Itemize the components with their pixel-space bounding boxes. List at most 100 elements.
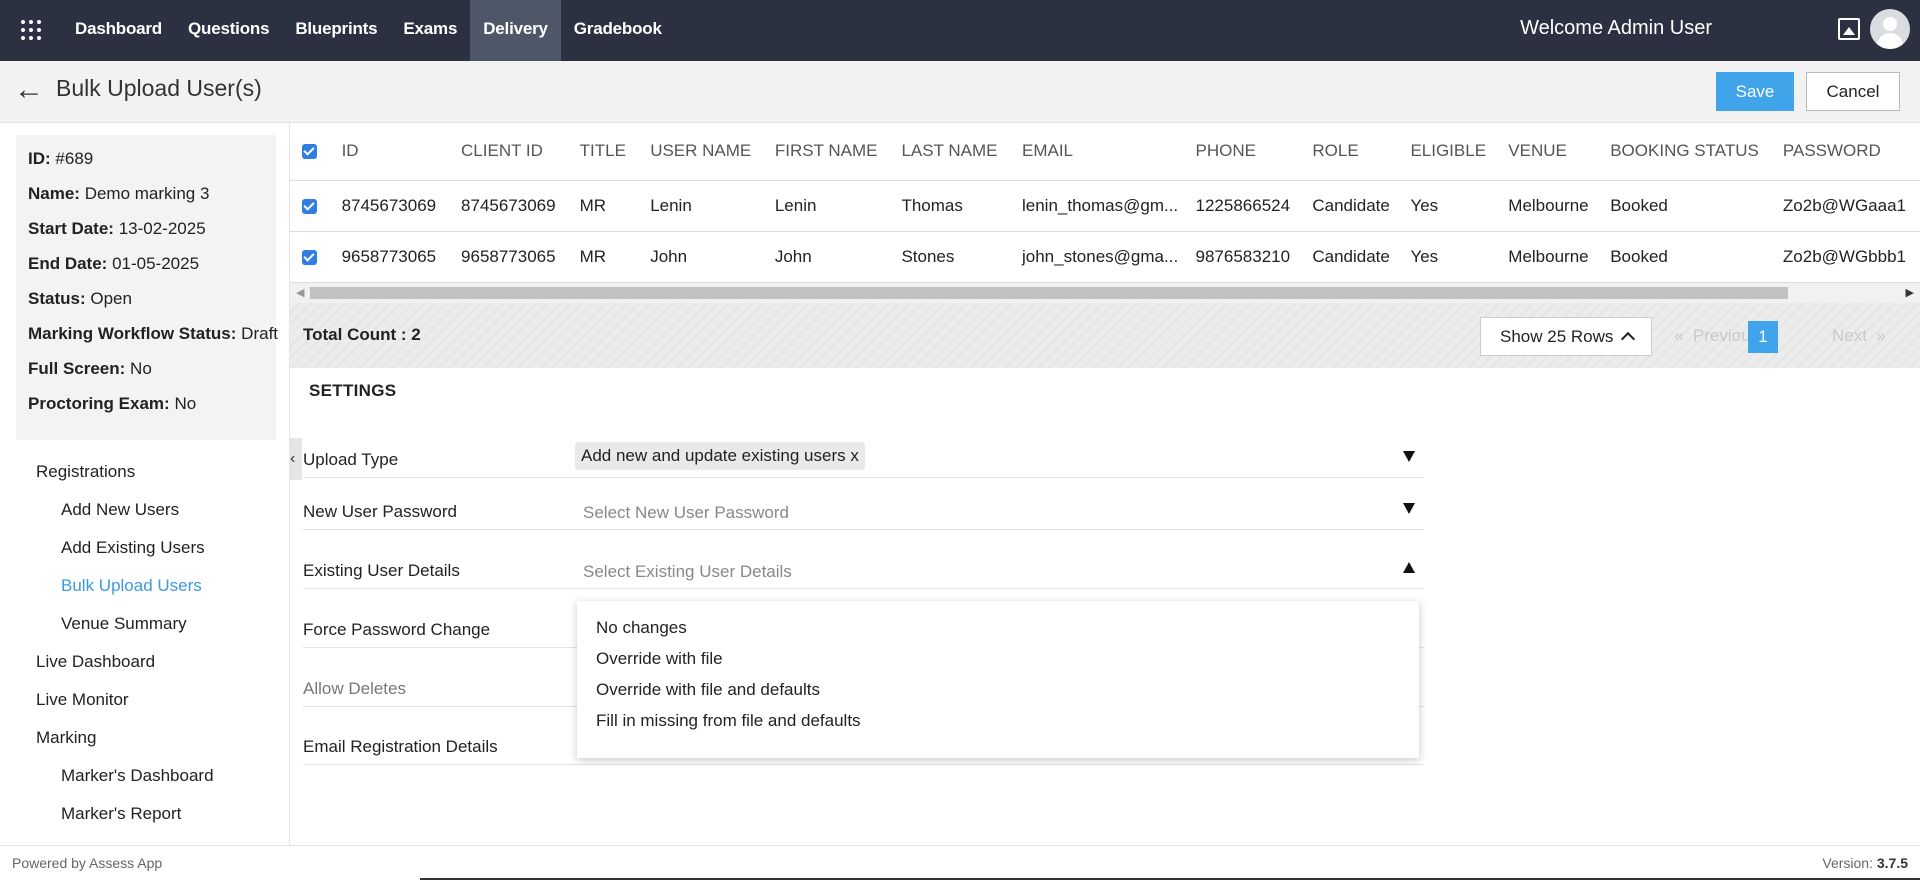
- upload-type-chip[interactable]: Add new and update existing users x: [575, 442, 865, 470]
- nav-delivery[interactable]: Delivery: [470, 0, 561, 61]
- info-proctoring: Proctoring Exam: No: [28, 394, 197, 413]
- top-nav-bar: Dashboard Questions Blueprints Exams Del…: [0, 0, 1920, 61]
- column-header[interactable]: PASSWORD: [1782, 123, 1920, 181]
- menu-live-dashboard[interactable]: Live Dashboard: [0, 643, 289, 681]
- existing-user-details-select[interactable]: Select Existing User Details: [575, 553, 1415, 583]
- table-cell: MR: [579, 180, 651, 232]
- page-header: ← Bulk Upload User(s) Save Cancel: [0, 61, 1920, 123]
- menu-registrations[interactable]: Registrations: [0, 453, 289, 491]
- upload-type-label: Upload Type: [303, 450, 399, 469]
- left-panel: ID: #689 Name: Demo marking 3 Start Date…: [0, 123, 290, 845]
- column-header[interactable]: ELIGIBLE: [1410, 123, 1509, 181]
- table-cell: 9658773065: [341, 231, 462, 283]
- info-end-date: End Date: 01-05-2025: [28, 254, 200, 273]
- new-user-password-placeholder: Select New User Password: [583, 503, 789, 522]
- table-footer-bar: Total Count : 2 Show 25 Rows « Previous …: [290, 303, 1920, 368]
- table-cell: Yes: [1410, 180, 1509, 232]
- column-header[interactable]: USER NAME: [650, 123, 775, 181]
- table-cell: 9876583210: [1195, 231, 1313, 283]
- upload-type-select[interactable]: Add new and update existing users x: [575, 442, 1415, 472]
- nav-exams[interactable]: Exams: [390, 0, 470, 61]
- nav-blueprints[interactable]: Blueprints: [282, 0, 390, 61]
- menu-live-monitor[interactable]: Live Monitor: [0, 681, 289, 719]
- allow-deletes-label: Allow Deletes: [303, 679, 406, 698]
- cancel-button[interactable]: Cancel: [1806, 72, 1900, 111]
- row-checkbox-cell[interactable]: [290, 180, 342, 232]
- page-number-button[interactable]: 1: [1748, 321, 1778, 353]
- column-header[interactable]: FIRST NAME: [774, 123, 902, 181]
- menu-venue-summary[interactable]: Venue Summary: [0, 605, 289, 643]
- caret-up-icon[interactable]: [1403, 562, 1415, 573]
- table-header-row: ID CLIENT ID TITLE USER NAME FIRST NAME …: [290, 123, 1920, 181]
- row-checkbox[interactable]: [302, 198, 317, 214]
- save-button[interactable]: Save: [1716, 72, 1794, 111]
- menu-marking[interactable]: Marking: [0, 719, 289, 757]
- powered-by-text: Powered by Assess App: [12, 855, 163, 871]
- table-cell: Zo2b@WGbbb1: [1782, 231, 1920, 283]
- footer-bar: Powered by Assess App Version: 3.7.5: [0, 845, 1920, 880]
- table-cell: Booked: [1610, 180, 1783, 232]
- apps-grid-icon[interactable]: [18, 17, 44, 43]
- column-header[interactable]: PHONE: [1195, 123, 1313, 181]
- caret-down-icon[interactable]: [1403, 451, 1415, 462]
- row-checkbox[interactable]: [302, 249, 317, 265]
- side-menu: Registrations Add New Users Add Existing…: [0, 453, 289, 845]
- column-header[interactable]: BOOKING STATUS: [1610, 123, 1783, 181]
- nav-questions[interactable]: Questions: [175, 0, 282, 61]
- caret-down-icon[interactable]: [1403, 503, 1415, 514]
- horizontal-scrollbar[interactable]: ◀ ▶: [290, 283, 1920, 303]
- dropdown-option[interactable]: Override with file and defaults: [577, 674, 1419, 705]
- column-header[interactable]: TITLE: [579, 123, 651, 181]
- previous-page-button[interactable]: « Previous: [1674, 326, 1759, 346]
- menu-add-new-users[interactable]: Add New Users: [0, 491, 289, 529]
- column-header[interactable]: EMAIL: [1021, 123, 1196, 181]
- user-avatar[interactable]: [1870, 9, 1910, 49]
- dropdown-option[interactable]: No changes: [577, 612, 1419, 643]
- row-checkbox-cell[interactable]: [290, 231, 342, 283]
- info-workflow-status: Marking Workflow Status: Draft: [28, 324, 279, 343]
- table-cell: Zo2b@WGaaa1: [1782, 180, 1920, 232]
- scroll-left-icon[interactable]: ◀: [296, 286, 304, 299]
- scroll-right-icon[interactable]: ▶: [1906, 286, 1914, 299]
- dropdown-option[interactable]: Override with file: [577, 643, 1419, 674]
- column-header[interactable]: ID: [341, 123, 462, 181]
- settings-heading: SETTINGS: [309, 381, 397, 400]
- table-cell: 1225866524: [1195, 180, 1313, 232]
- table-row: 9658773065 9658773065 MR John John Stone…: [290, 231, 1920, 283]
- column-header[interactable]: VENUE: [1508, 123, 1611, 181]
- menu-workflow[interactable]: Workflow: [0, 833, 289, 845]
- column-header[interactable]: CLIENT ID: [461, 123, 580, 181]
- table-cell: John: [650, 231, 775, 283]
- existing-user-details-dropdown: No changes Override with file Override w…: [577, 601, 1419, 758]
- next-page-button[interactable]: Next »: [1832, 326, 1886, 346]
- select-all-checkbox[interactable]: [302, 144, 317, 160]
- info-full-screen: Full Screen: No: [28, 359, 152, 378]
- scrollbar-thumb[interactable]: [310, 287, 1788, 299]
- menu-markers-dashboard[interactable]: Marker's Dashboard: [0, 757, 289, 795]
- menu-bulk-upload-users[interactable]: Bulk Upload Users: [0, 567, 289, 605]
- select-all-checkbox-cell[interactable]: [290, 123, 342, 181]
- existing-user-details-placeholder: Select Existing User Details: [583, 562, 792, 581]
- users-table: ID CLIENT ID TITLE USER NAME FIRST NAME …: [290, 123, 1920, 283]
- table-cell: 9658773065: [461, 231, 580, 283]
- nav-dashboard[interactable]: Dashboard: [62, 0, 175, 61]
- main-nav: Dashboard Questions Blueprints Exams Del…: [62, 0, 675, 61]
- table-cell: Lenin: [650, 180, 775, 232]
- force-password-change-label: Force Password Change: [303, 620, 491, 639]
- rows-per-page-select[interactable]: Show 25 Rows: [1480, 317, 1652, 356]
- back-arrow-icon[interactable]: ←: [14, 75, 44, 105]
- info-id: ID: #689: [28, 149, 94, 168]
- menu-add-existing-users[interactable]: Add Existing Users: [0, 529, 289, 567]
- table-cell: Booked: [1610, 231, 1783, 283]
- new-user-password-select[interactable]: Select New User Password: [575, 494, 1415, 524]
- nav-gradebook[interactable]: Gradebook: [561, 0, 675, 61]
- new-user-password-row: New User Password Select New User Passwo…: [303, 490, 1424, 530]
- menu-markers-report[interactable]: Marker's Report: [0, 795, 289, 833]
- table-cell: Melbourne: [1508, 231, 1611, 283]
- image-icon[interactable]: [1838, 18, 1860, 40]
- collapse-panel-icon[interactable]: ‹: [290, 438, 302, 480]
- dropdown-option[interactable]: Fill in missing from file and defaults: [577, 705, 1419, 736]
- table-cell: Yes: [1410, 231, 1509, 283]
- column-header[interactable]: LAST NAME: [901, 123, 1022, 181]
- column-header[interactable]: ROLE: [1312, 123, 1411, 181]
